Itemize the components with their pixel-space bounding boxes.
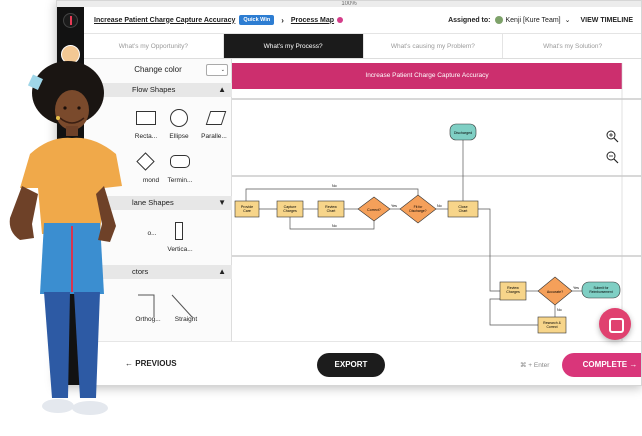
app-window: 100% Increase Patient Charge Capture Acc… bbox=[56, 0, 642, 386]
color-swatch-dropdown[interactable]: ⌄ bbox=[206, 64, 228, 76]
node-label: Capture Charges bbox=[283, 205, 297, 213]
shape-label: Orthog... bbox=[135, 316, 161, 323]
previous-button[interactable]: ← PREVIOUS bbox=[125, 359, 177, 368]
section-label: Flow Shapes bbox=[132, 85, 176, 94]
quick-win-badge: Quick Win bbox=[239, 15, 275, 25]
diamond-shape[interactable] bbox=[136, 152, 155, 171]
node-label: Close Chart bbox=[458, 205, 467, 213]
process-map: Provide Care Capture Charges Review Chart C… bbox=[232, 63, 641, 341]
tab-problem[interactable]: What's causing my Problem? bbox=[364, 34, 504, 58]
shape-label: o... bbox=[147, 230, 157, 237]
info-icon[interactable] bbox=[337, 17, 344, 23]
node-label: Accurate? bbox=[547, 290, 563, 294]
assignee-name[interactable]: Kenji [Kure Team] bbox=[506, 17, 561, 24]
rectangle-shape[interactable] bbox=[136, 111, 156, 125]
caret-down-icon: ▼ bbox=[218, 198, 226, 207]
shape-label: Paralle... bbox=[201, 133, 227, 140]
export-button[interactable]: EXPORT bbox=[317, 353, 385, 377]
section-label: lane Shapes bbox=[132, 198, 174, 207]
edge-label-no: No bbox=[557, 308, 562, 312]
edge-label-no: No bbox=[332, 184, 337, 188]
step-tabs: What's my Opportunity? What's my Process… bbox=[84, 34, 641, 59]
app-logo[interactable] bbox=[63, 13, 78, 28]
tab-process[interactable]: What's my Process? bbox=[223, 34, 364, 58]
diagram-canvas[interactable]: Increase Patient Charge Capture Accuracy bbox=[232, 59, 641, 341]
chevron-down-icon[interactable]: ⌄ bbox=[565, 16, 571, 24]
bottom-bar: ← PREVIOUS EXPORT ⌘ + Enter COMPLETE → bbox=[84, 341, 641, 385]
section-label: ctors bbox=[132, 267, 149, 276]
node-label: Correct? bbox=[367, 208, 381, 212]
breadcrumb-project[interactable]: Increase Patient Charge Capture Accuracy bbox=[94, 17, 235, 24]
straight-connector-icon[interactable] bbox=[171, 294, 193, 318]
ellipse-shape[interactable] bbox=[170, 109, 188, 127]
character-illustration bbox=[9, 61, 122, 415]
node-label: Discharged bbox=[454, 131, 472, 135]
chevron-right-icon: › bbox=[281, 15, 284, 25]
node-label: Review Charges bbox=[506, 286, 520, 294]
team-icon bbox=[494, 16, 503, 24]
shape-label: Recta... bbox=[134, 133, 158, 140]
shape-label: Termin... bbox=[167, 177, 193, 184]
chat-icon[interactable] bbox=[599, 308, 631, 340]
vertical-lane-shape[interactable] bbox=[175, 222, 183, 240]
orthogonal-connector-icon[interactable] bbox=[138, 294, 155, 317]
edge-label-no: No bbox=[332, 224, 337, 228]
previous-label: PREVIOUS bbox=[135, 359, 177, 368]
breadcrumb-section[interactable]: Process Map bbox=[291, 17, 334, 24]
edge-label-no: No bbox=[437, 204, 442, 208]
header: Increase Patient Charge Capture Accuracy… bbox=[84, 7, 641, 34]
caret-up-icon: ▲ bbox=[218, 267, 226, 276]
shape-label: Straight bbox=[174, 316, 198, 323]
tab-opportunity[interactable]: What's my Opportunity? bbox=[84, 34, 224, 58]
tab-solution[interactable]: What's my Solution? bbox=[503, 34, 641, 58]
zoom-out-icon[interactable] bbox=[606, 151, 619, 164]
edge-label-yes: Yes bbox=[391, 204, 397, 208]
terminator-shape[interactable] bbox=[170, 155, 190, 168]
edge-label-yes: Yes bbox=[573, 286, 579, 290]
shape-label: Vertica... bbox=[167, 246, 193, 253]
keyboard-hint: ⌘ + Enter bbox=[520, 362, 550, 369]
parallelogram-shape[interactable] bbox=[205, 111, 227, 125]
shape-label: Ellipse bbox=[169, 133, 189, 140]
caret-up-icon: ▲ bbox=[218, 85, 226, 94]
assigned-label: Assigned to: bbox=[448, 16, 491, 24]
zoom-in-icon[interactable] bbox=[606, 130, 619, 143]
view-timeline-button[interactable]: VIEW TIMELINE bbox=[581, 17, 634, 24]
complete-button[interactable]: COMPLETE → bbox=[562, 353, 641, 377]
